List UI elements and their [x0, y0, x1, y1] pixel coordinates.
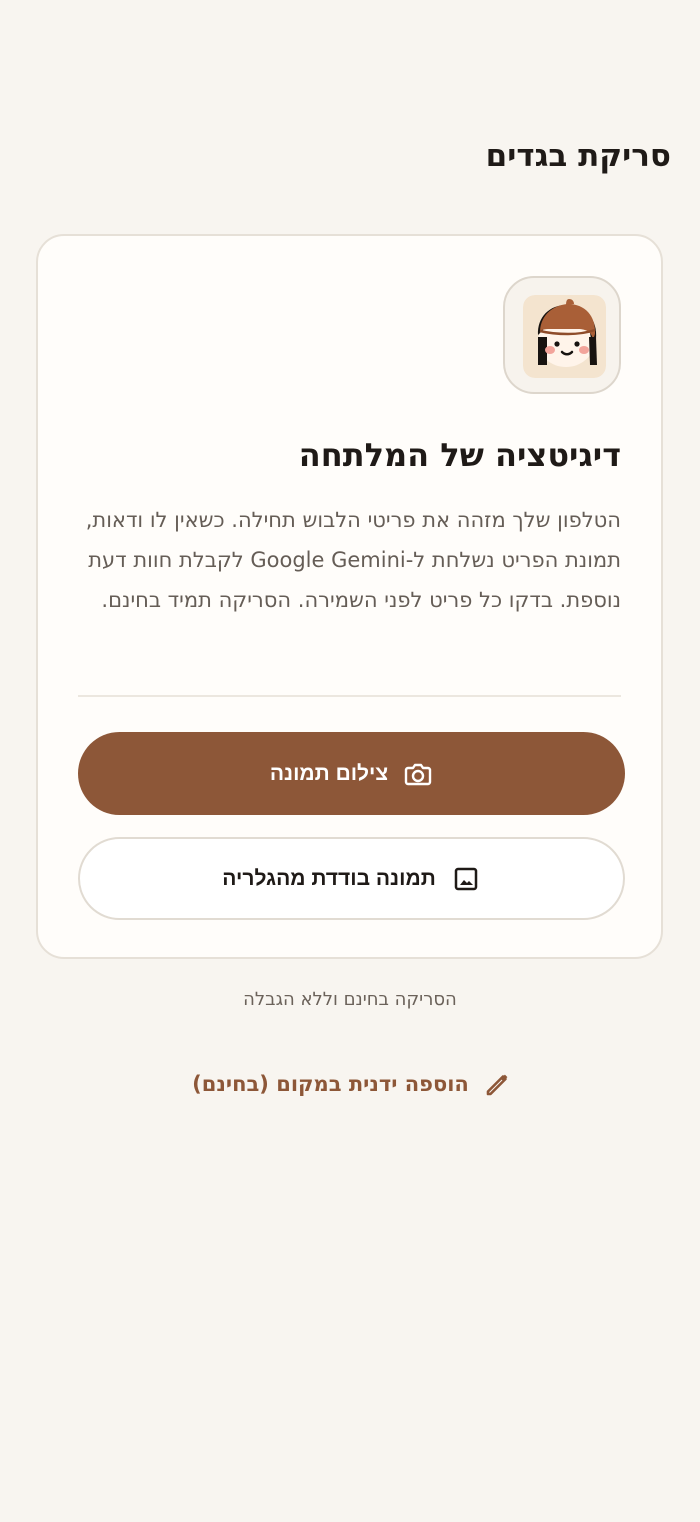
- free-scan-note: הסריקה בחינם וללא הגבלה: [243, 989, 457, 1010]
- gallery-photo-label: תמונה בודדת מהגלריה: [222, 866, 436, 890]
- card-title: דיגיטציה של המלתחה: [298, 436, 621, 474]
- take-photo-button[interactable]: צילום תמונה: [78, 732, 625, 815]
- divider: [78, 695, 621, 697]
- page-title: סריקת בגדים: [485, 138, 671, 174]
- gallery-photo-button[interactable]: תמונה בודדת מהגלריה: [78, 837, 625, 920]
- clothes-scan-screen: סריקת בגדים דיגיטציה של המלתחה הטלפון של…: [0, 0, 700, 1522]
- image-icon: [451, 864, 481, 894]
- camera-icon: [403, 759, 433, 789]
- scan-description: הטלפון שלך מזהה את פריטי הלבוש תחילה. כש…: [85, 508, 621, 612]
- take-photo-label: צילום תמונה: [269, 761, 389, 785]
- scan-info-card: דיגיטציה של המלתחה הטלפון שלך מזהה את פר…: [36, 234, 663, 959]
- manual-add-link[interactable]: הוספה ידנית במקום (בחינם): [180, 1064, 525, 1104]
- pencil-icon: [483, 1069, 513, 1099]
- avatar-tile: [503, 276, 621, 394]
- character-avatar-icon: [523, 295, 606, 378]
- manual-add-label: הוספה ידנית במקום (בחינם): [192, 1072, 469, 1096]
